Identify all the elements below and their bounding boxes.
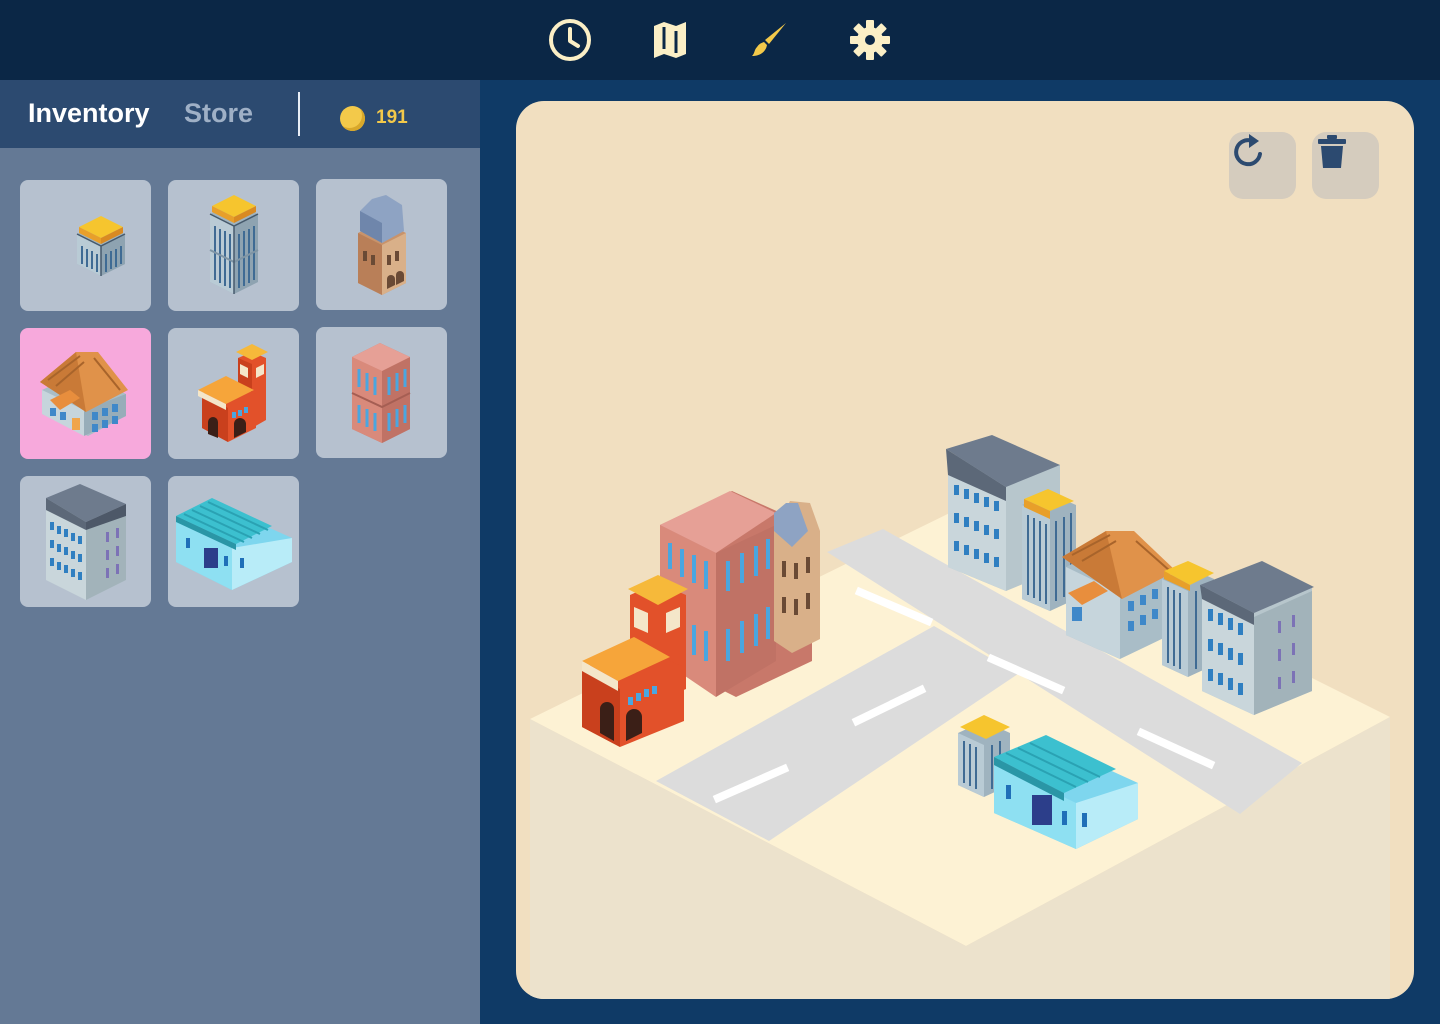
building-fire-station: [582, 575, 688, 747]
map-button[interactable]: [644, 14, 696, 66]
coin-icon: [340, 106, 365, 131]
delete-button[interactable]: [1312, 132, 1379, 199]
warehouse-icon: [176, 498, 292, 590]
history-button[interactable]: [544, 14, 596, 66]
map-icon: [654, 22, 686, 58]
trash-icon: [1318, 135, 1346, 168]
rotate-icon: [1234, 134, 1262, 167]
fire-station-icon: [198, 344, 268, 442]
tab-store[interactable]: Store: [184, 98, 253, 129]
inventory-slot-brick-townhouse[interactable]: [316, 179, 447, 310]
inventory-slot-tall-glass-tower[interactable]: [168, 180, 299, 311]
inventory-slot-warehouse[interactable]: [168, 476, 299, 607]
rotate-button[interactable]: [1229, 132, 1296, 199]
tab-inventory[interactable]: Inventory: [28, 98, 150, 129]
settings-button[interactable]: [844, 14, 896, 66]
inventory-slot-small-glass-tower[interactable]: [20, 180, 151, 311]
grey-apartment-icon: [46, 484, 126, 600]
paintbrush-icon: [752, 23, 786, 56]
panel-header: Inventory Store 191: [0, 80, 480, 148]
top-toolbar: [0, 0, 1440, 80]
inventory-slot-grey-apartment[interactable]: [20, 476, 151, 607]
inventory-slot-fire-station[interactable]: [168, 328, 299, 459]
isometric-map: [530, 435, 1390, 999]
building-grey-apartment-front: [1200, 561, 1314, 715]
city-board[interactable]: [516, 101, 1414, 999]
clock-icon: [549, 19, 591, 61]
tall-glass-tower-icon: [209, 195, 259, 294]
brick-townhouse-icon: [358, 195, 406, 295]
wooden-roof-house-icon: [40, 352, 128, 436]
inventory-slot-wooden-roof-house[interactable]: [20, 328, 151, 459]
inventory-slot-pink-office-block[interactable]: [316, 327, 447, 458]
header-divider: [298, 92, 300, 136]
building-wooden-roof-house: [1062, 531, 1176, 659]
building-brick-townhouse: [774, 501, 820, 653]
gear-icon: [850, 20, 890, 60]
paint-button[interactable]: [743, 14, 795, 66]
pink-office-block-icon: [351, 343, 411, 443]
small-glass-tower-icon: [76, 216, 126, 276]
coin-balance: 191: [376, 107, 408, 128]
inventory-panel: Inventory Store 191: [0, 80, 480, 1024]
